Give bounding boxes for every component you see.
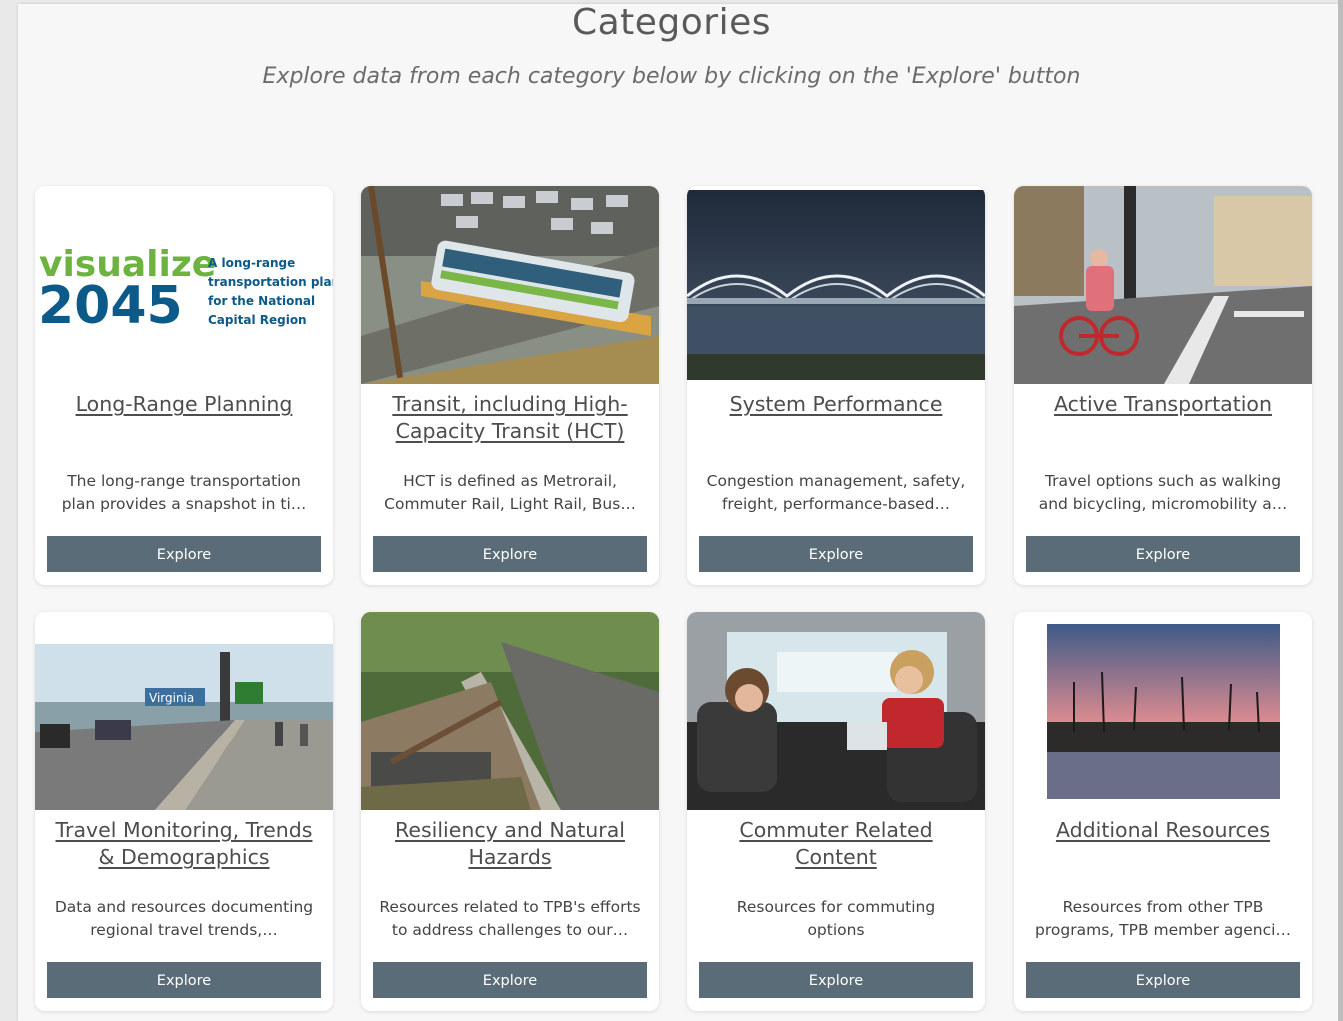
card-description: Resources for commuting options xyxy=(736,898,936,939)
sunset-river-photo[interactable] xyxy=(1014,612,1312,810)
explore-button[interactable]: Explore xyxy=(47,536,321,572)
explore-button[interactable]: Explore xyxy=(699,536,973,572)
svg-text:for the National: for the National xyxy=(208,294,315,308)
category-card-transit: Transit, including High- Capacity Transi… xyxy=(361,186,659,585)
category-card-additional-resources: Additional Resources Resources from othe… xyxy=(1014,612,1312,1011)
vanpool-photo[interactable] xyxy=(687,612,985,810)
card-title-link[interactable]: Commuter Related Content xyxy=(697,817,975,871)
explore-button[interactable]: Explore xyxy=(1026,962,1300,998)
svg-text:A long-range: A long-range xyxy=(208,256,295,270)
category-card-system-performance: System Performance Congestion management… xyxy=(687,186,985,585)
scrollbar-edge[interactable] xyxy=(1338,0,1343,1021)
logo-word-2045: 2045 xyxy=(38,276,183,336)
bus-photo[interactable] xyxy=(361,186,659,384)
svg-text:Capital Region: Capital Region xyxy=(208,313,307,327)
traffic-bridge-photo[interactable]: Virginia xyxy=(35,612,333,810)
svg-text:transportation plan: transportation plan xyxy=(208,275,333,289)
card-title-link[interactable]: Long-Range Planning xyxy=(45,391,323,418)
washout-road-photo[interactable] xyxy=(361,612,659,810)
category-card-travel-monitoring: Virginia Travel Monitoring, Trends & Dem… xyxy=(35,612,333,1011)
page-title: Categories xyxy=(571,2,772,43)
explore-button[interactable]: Explore xyxy=(47,962,321,998)
explore-button[interactable]: Explore xyxy=(373,962,647,998)
category-card-resiliency: Resiliency and Natural Hazards Resources… xyxy=(361,612,659,1011)
card-title-link[interactable]: System Performance xyxy=(697,391,975,418)
explore-button[interactable]: Explore xyxy=(1026,536,1300,572)
card-description: Resources related to TPB's efforts to ad… xyxy=(379,898,641,939)
card-title-link[interactable]: Resiliency and Natural Hazards xyxy=(371,817,649,871)
card-title-link[interactable]: Transit, including High- Capacity Transi… xyxy=(371,391,649,445)
card-description: The long-range transportation plan provi… xyxy=(61,472,307,513)
card-title-link[interactable]: Travel Monitoring, Trends & Demographics xyxy=(45,817,323,871)
card-title-link[interactable]: Additional Resources xyxy=(1024,817,1302,844)
road-sign-text: Virginia xyxy=(149,691,194,705)
explore-button[interactable]: Explore xyxy=(699,962,973,998)
visualize-2045-logo[interactable]: visualize 2045 A long-range transportati… xyxy=(35,186,333,384)
card-description: Travel options such as walking and bicyc… xyxy=(1038,472,1288,513)
card-description: Resources from other TPB programs, TPB m… xyxy=(1035,898,1291,939)
category-card-long-range-planning: visualize 2045 A long-range transportati… xyxy=(35,186,333,585)
card-title-link[interactable]: Active Transportation xyxy=(1024,391,1302,418)
bridge-photo[interactable] xyxy=(687,186,985,384)
cyclist-photo[interactable] xyxy=(1014,186,1312,384)
card-description: HCT is defined as Metrorail, Commuter Ra… xyxy=(384,472,636,513)
card-description: Congestion management, safety, freight, … xyxy=(706,472,966,513)
card-description: Data and resources documenting regional … xyxy=(54,898,314,939)
explore-button[interactable]: Explore xyxy=(373,536,647,572)
page-subtitle: Explore data from each category below by… xyxy=(262,64,1081,89)
category-card-commuter: Commuter Related Content Resources for c… xyxy=(687,612,985,1011)
category-card-active-transportation: Active Transportation Travel options suc… xyxy=(1014,186,1312,585)
